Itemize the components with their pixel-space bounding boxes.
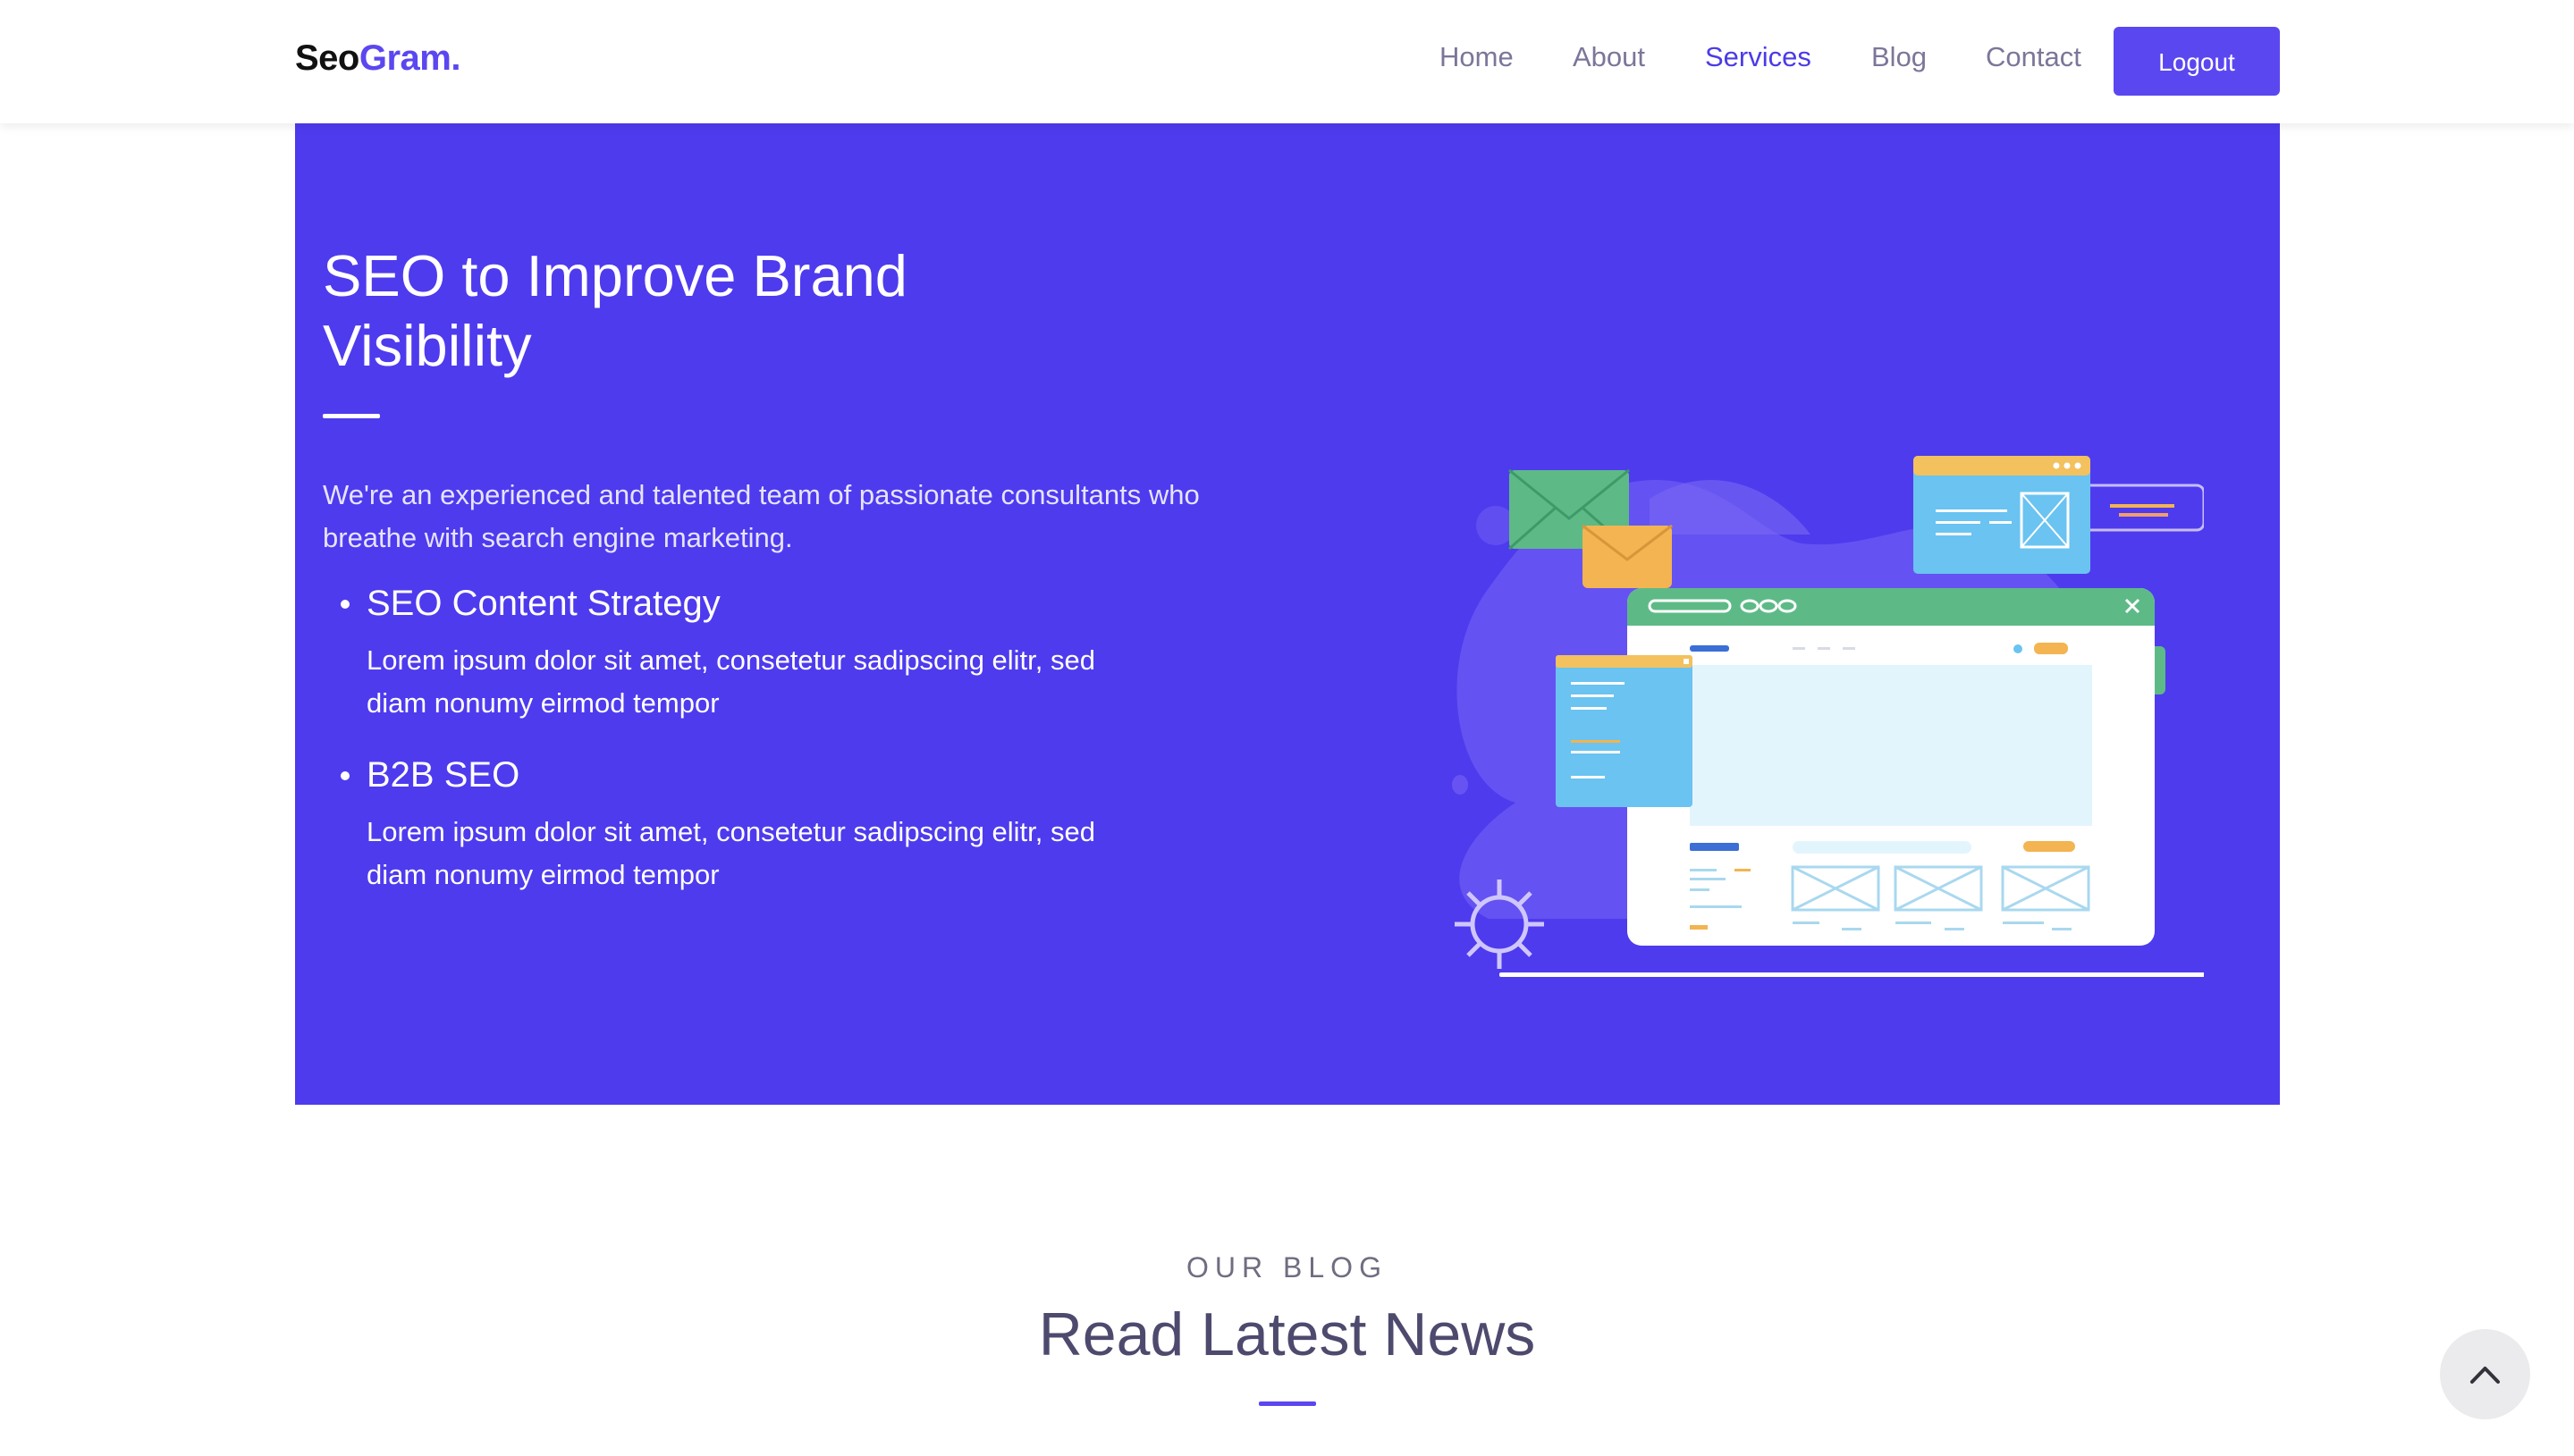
blog-title-underline [1259, 1401, 1316, 1406]
feature-title: SEO Content Strategy [367, 584, 721, 623]
nav-link-about[interactable]: About [1573, 39, 1645, 75]
hero-description: We're an experienced and talented team o… [323, 479, 1200, 553]
logout-button[interactable]: Logout [2114, 27, 2280, 96]
bullet-dot [341, 771, 350, 780]
services-hero: SEO to Improve Brand Visibility We're an… [295, 123, 2280, 1105]
site-logo[interactable]: SeoGram. [295, 36, 460, 80]
blog-section-eyebrow: OUR BLOG [1186, 1251, 1388, 1283]
hero-title: SEO to Improve Brand Visibility [323, 243, 907, 378]
navbar: SeoGram. Home About Services Blog Contac… [0, 0, 2574, 123]
feature-item: SEO Content Strategy Lorem ipsum dolor s… [341, 582, 1171, 725]
feature-item: B2B SEO Lorem ipsum dolor sit amet, cons… [341, 753, 1171, 896]
feature-description: Lorem ipsum dolor sit amet, consetetur s… [367, 816, 1095, 890]
chevron-up-icon [2470, 1367, 2500, 1384]
nav-link-home[interactable]: Home [1439, 39, 1514, 75]
logo-text-gram: Gram. [359, 38, 461, 78]
seo-website-illustration [1452, 456, 2204, 977]
browser-window [1627, 588, 2155, 946]
nav-link-contact[interactable]: Contact [1986, 39, 2081, 75]
blog-section-title: Read Latest News [1038, 1300, 1536, 1368]
logo-text-seo: Seo [295, 38, 359, 78]
bullet-dot [341, 600, 350, 609]
nav-link-blog[interactable]: Blog [1871, 39, 1927, 75]
feature-title: B2B SEO [367, 755, 520, 795]
feature-description: Lorem ipsum dolor sit amet, consetetur s… [367, 644, 1095, 719]
nav-link-services[interactable]: Services [1705, 39, 1811, 75]
hero-title-underline [323, 414, 380, 418]
scroll-to-top-button[interactable] [2440, 1329, 2530, 1419]
